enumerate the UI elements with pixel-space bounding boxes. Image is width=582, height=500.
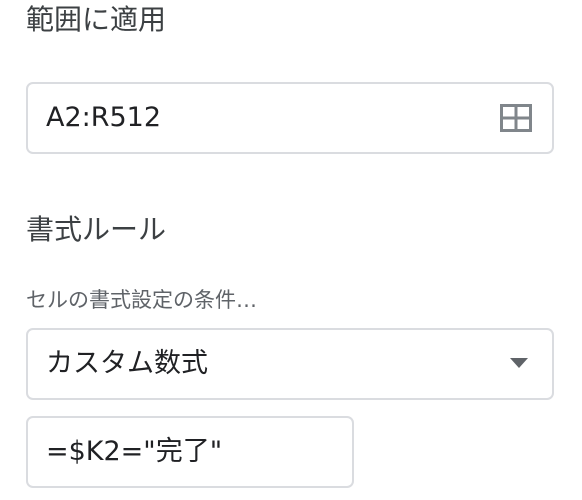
apply-to-range-title: 範囲に適用 [26,3,167,36]
format-rules-title: 書式ルール [26,213,167,246]
grid-icon[interactable] [500,104,532,132]
condition-dropdown-value[interactable]: カスタム数式 [46,330,208,398]
condition-dropdown[interactable]: カスタム数式 [26,328,554,400]
range-input-value[interactable]: A2:R512 [46,84,161,152]
custom-formula-value[interactable]: =$K2="完了" [46,418,222,486]
range-input[interactable]: A2:R512 [26,82,554,154]
custom-formula-input[interactable]: =$K2="完了" [26,416,354,488]
caret-down-icon[interactable] [510,358,528,368]
condition-label: セルの書式設定の条件… [26,288,257,312]
